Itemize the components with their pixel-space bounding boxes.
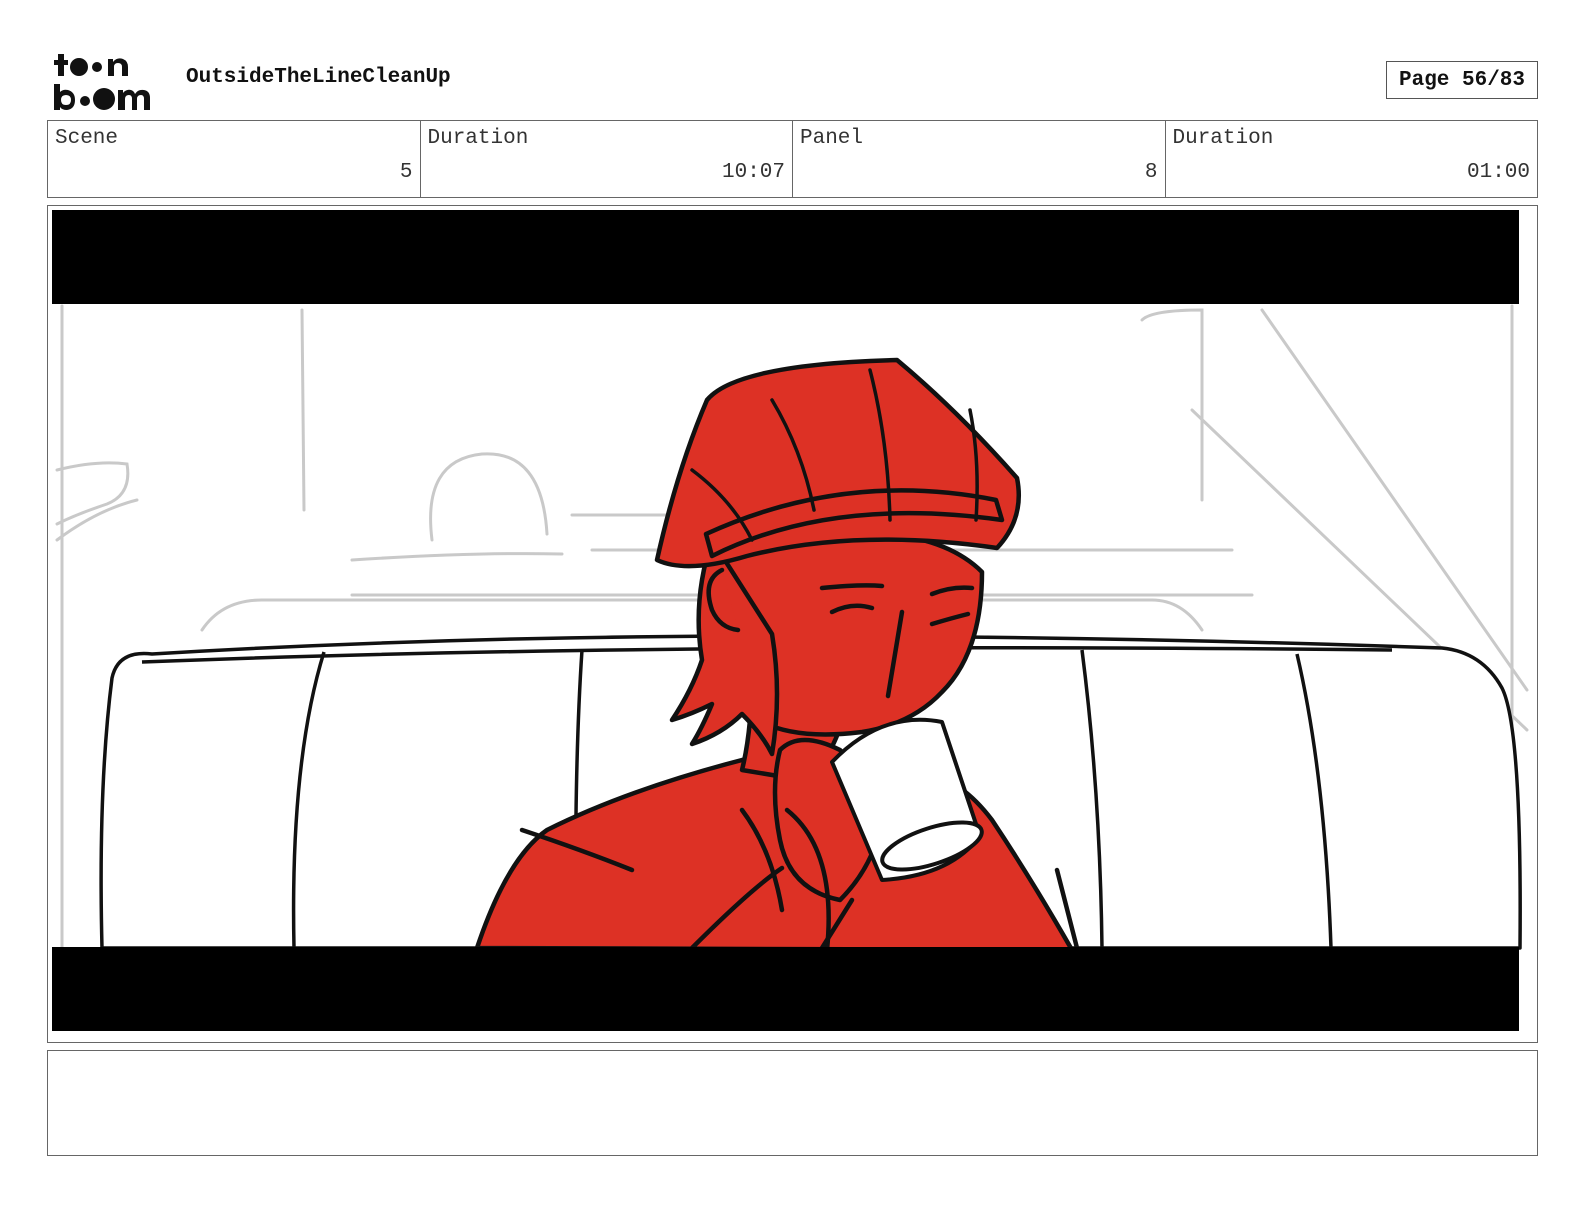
letterbox-bottom (52, 947, 1519, 1031)
scene-cell: Scene 5 (48, 121, 421, 197)
scene-duration-cell: Duration 10:07 (421, 121, 793, 197)
panel-frame (47, 205, 1538, 1043)
panel-duration-cell: Duration 01:00 (1166, 121, 1538, 197)
scene-duration-value: 10:07 (721, 161, 785, 184)
panel-duration-label: Duration (1172, 127, 1274, 150)
scene-value: 5 (399, 161, 413, 184)
project-title: OutsideTheLineCleanUp (186, 66, 451, 89)
scene-duration-label: Duration (427, 127, 529, 150)
panel-duration-value: 01:00 (1466, 161, 1530, 184)
letterbox-top (52, 210, 1519, 304)
panel-notes (47, 1050, 1538, 1156)
scene-label: Scene (55, 127, 119, 150)
toon-boom-logo (54, 54, 150, 110)
info-row: Scene 5 Duration 10:07 Panel 8 Duration … (47, 120, 1538, 198)
panel-label: Panel (800, 127, 864, 150)
panel-cell: Panel 8 (793, 121, 1166, 197)
page-indicator: Page 56/83 (1386, 61, 1538, 99)
storyboard-panel-image (52, 210, 1533, 1038)
panel-value: 8 (1144, 161, 1158, 184)
